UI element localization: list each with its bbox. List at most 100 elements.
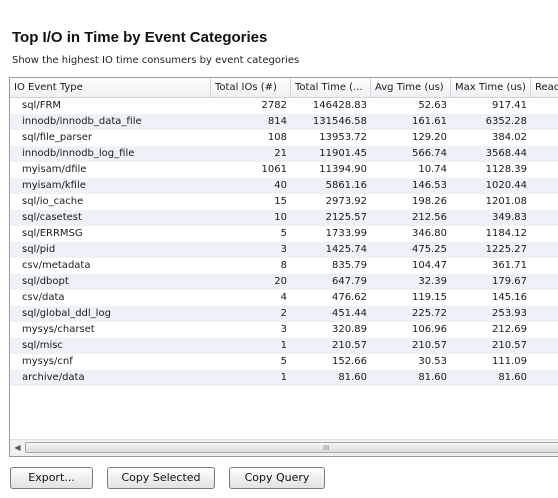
event-type-cell: sql/dbopt [22, 276, 69, 287]
results-grid[interactable]: IO Event Type Total IOs (#) Total Time (… [9, 77, 558, 457]
table-row[interactable]: myisam/dfile 1061 11394.90 10.74 1128.39 [10, 162, 558, 178]
read-cell [531, 322, 558, 338]
total-ios-cell: 8 [280, 260, 287, 271]
table-row[interactable]: sql/FRM 2782 146428.83 52.63 917.41 1 [10, 98, 558, 114]
event-type-cell: sql/file_parser [22, 132, 92, 143]
total-time-cell: 1425.74 [325, 244, 367, 255]
avg-time-cell: 161.61 [412, 116, 447, 127]
avg-time-cell: 119.15 [412, 292, 447, 303]
read-cell [531, 258, 558, 274]
table-row[interactable]: sql/io_cache 15 2973.92 198.26 1201.08 [10, 194, 558, 210]
read-cell [531, 354, 558, 370]
avg-time-cell: 225.72 [412, 308, 447, 319]
avg-time-cell: 146.53 [412, 180, 447, 191]
table-row[interactable]: sql/dbopt 20 647.79 32.39 179.67 [10, 274, 558, 290]
table-row[interactable]: sql/global_ddl_log 2 451.44 225.72 253.93 [10, 306, 558, 322]
total-ios-cell: 1061 [261, 164, 287, 175]
max-time-cell: 81.60 [498, 372, 527, 383]
event-type-cell: myisam/dfile [22, 164, 87, 175]
avg-time-cell: 129.20 [412, 132, 447, 143]
table-row[interactable]: myisam/kfile 40 5861.16 146.53 1020.44 [10, 178, 558, 194]
max-time-cell: 349.83 [492, 212, 527, 223]
event-type-cell: sql/io_cache [22, 196, 84, 207]
total-ios-cell: 1 [280, 340, 287, 351]
total-ios-cell: 1 [280, 372, 287, 383]
event-type-cell: innodb/innodb_data_file [22, 116, 142, 127]
total-time-cell: 81.60 [338, 372, 367, 383]
total-time-cell: 131546.58 [312, 116, 367, 127]
copy-selected-button[interactable]: Copy Selected [107, 467, 215, 489]
event-type-cell: csv/data [22, 292, 65, 303]
table-row[interactable]: mysys/charset 3 320.89 106.96 212.69 [10, 322, 558, 338]
max-time-cell: 145.16 [492, 292, 527, 303]
max-time-cell: 1020.44 [485, 180, 527, 191]
avg-time-cell: 566.74 [412, 148, 447, 159]
avg-time-cell: 210.57 [412, 340, 447, 351]
table-row[interactable]: innodb/innodb_log_file 21 11901.45 566.74 35… [10, 146, 558, 162]
event-type-cell: sql/FRM [22, 100, 62, 111]
total-ios-cell: 2 [280, 308, 287, 319]
table-row[interactable]: csv/data 4 476.62 119.15 145.16 [10, 290, 558, 306]
avg-time-cell: 81.60 [418, 372, 447, 383]
table-row[interactable]: mysys/cnf 5 152.66 30.53 111.09 [10, 354, 558, 370]
read-cell [531, 146, 558, 162]
total-ios-cell: 20 [274, 276, 287, 287]
total-ios-cell: 814 [267, 116, 287, 127]
table-row[interactable]: sql/ERRMSG 5 1733.99 346.80 1184.12 [10, 226, 558, 242]
event-type-cell: mysys/cnf [22, 356, 73, 367]
column-header-read[interactable]: Read [531, 78, 558, 97]
total-time-cell: 2125.57 [325, 212, 367, 223]
total-time-cell: 210.57 [332, 340, 367, 351]
table-row[interactable]: sql/pid 3 1425.74 475.25 1225.27 [10, 242, 558, 258]
max-time-cell: 253.93 [492, 308, 527, 319]
total-time-cell: 647.79 [332, 276, 367, 287]
read-cell [531, 306, 558, 322]
table-row[interactable]: sql/misc 1 210.57 210.57 210.57 [10, 338, 558, 354]
scrollbar-grip: III [323, 444, 330, 452]
event-type-cell: innodb/innodb_log_file [22, 148, 135, 159]
column-header-total-ios[interactable]: Total IOs (#) [211, 78, 291, 97]
read-cell [531, 194, 558, 210]
event-type-cell: myisam/kfile [22, 180, 86, 191]
column-header-event-type[interactable]: IO Event Type [10, 78, 211, 97]
table-row[interactable]: sql/casetest 10 2125.57 212.56 349.83 [10, 210, 558, 226]
export-button[interactable]: Export... [10, 467, 93, 489]
avg-time-cell: 346.80 [412, 228, 447, 239]
column-header-total-time[interactable]: Total Time (... [291, 78, 371, 97]
column-header-max-time[interactable]: Max Time (us) [451, 78, 531, 97]
max-time-cell: 179.67 [492, 276, 527, 287]
table-row[interactable]: innodb/innodb_data_file 814 131546.58 161.6… [10, 114, 558, 130]
table-row[interactable]: sql/file_parser 108 13953.72 129.20 384.02 [10, 130, 558, 146]
avg-time-cell: 32.39 [418, 276, 447, 287]
table-row[interactable]: archive/data 1 81.60 81.60 81.60 [10, 370, 558, 386]
grid-rows: sql/FRM2782146428.8352.63917.411innodb/i… [10, 98, 558, 386]
event-type-cell: sql/casetest [22, 212, 82, 223]
scroll-left-arrow-icon[interactable]: ◀ [10, 440, 25, 456]
total-time-cell: 11901.45 [319, 148, 367, 159]
total-ios-cell: 15 [274, 196, 287, 207]
total-ios-cell: 4 [280, 292, 287, 303]
event-type-cell: sql/misc [22, 340, 63, 351]
page-subtitle: Show the highest IO time consumers by ev… [12, 55, 300, 66]
total-ios-cell: 3 [280, 324, 287, 335]
table-row[interactable]: csv/metadata 8 835.79 104.47 361.71 [10, 258, 558, 274]
horizontal-scrollbar[interactable]: ◀ III [10, 439, 558, 456]
column-header-avg-time[interactable]: Avg Time (us) [371, 78, 451, 97]
avg-time-cell: 52.63 [418, 100, 447, 111]
scrollbar-thumb[interactable]: III [25, 442, 558, 453]
read-cell [531, 114, 558, 130]
avg-time-cell: 198.26 [412, 196, 447, 207]
read-cell [531, 274, 558, 290]
max-time-cell: 6352.28 [485, 116, 527, 127]
avg-time-cell: 212.56 [412, 212, 447, 223]
total-ios-cell: 40 [274, 180, 287, 191]
total-time-cell: 11394.90 [319, 164, 367, 175]
event-type-cell: sql/global_ddl_log [22, 308, 111, 319]
total-ios-cell: 2782 [261, 100, 287, 111]
page-title: Top I/O in Time by Event Categories [12, 29, 268, 46]
max-time-cell: 212.69 [492, 324, 527, 335]
copy-query-button[interactable]: Copy Query [229, 467, 325, 489]
avg-time-cell: 10.74 [418, 164, 447, 175]
event-type-cell: sql/ERRMSG [22, 228, 83, 239]
avg-time-cell: 106.96 [412, 324, 447, 335]
